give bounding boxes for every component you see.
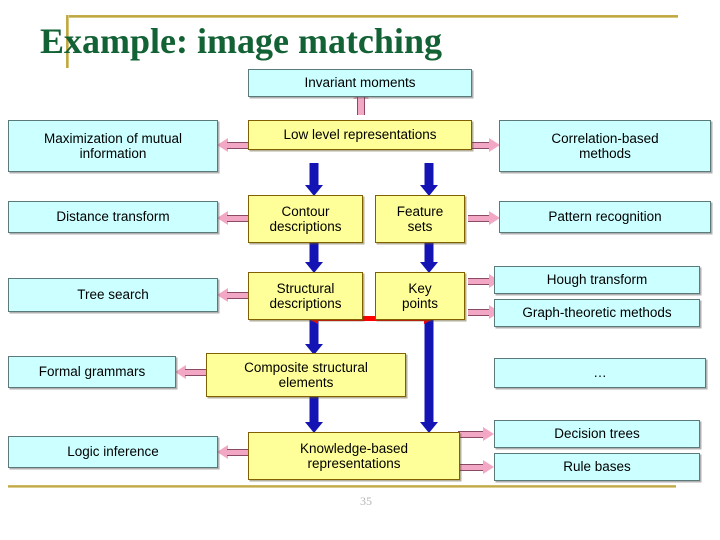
node-maximization-label-1: Maximization of mutual (43, 130, 183, 146)
node-distance-transform[interactable]: Distance transform (8, 201, 218, 233)
arrow-feature-sets-to-key-points (420, 241, 438, 273)
node-ellipsis[interactable]: … (494, 358, 706, 388)
node-tree-search[interactable]: Tree search (8, 278, 218, 312)
decorative-rule-top (66, 15, 678, 18)
node-correlation-based-methods-label-1: Correlation-based (551, 130, 659, 146)
node-maximization-of-mutual-information[interactable]: Maximization of mutual information (8, 120, 218, 172)
node-decision-trees-label: Decision trees (554, 426, 640, 442)
page-number: 35 (360, 494, 372, 508)
node-feature-sets-label-2: sets (407, 219, 433, 234)
node-pattern-recognition[interactable]: Pattern recognition (499, 201, 711, 233)
arrow-contour-to-distance-transform (217, 211, 249, 225)
node-composite-structural-elements[interactable]: Composite structural elements (206, 353, 406, 397)
node-contour-descriptions-label-1: Contour (281, 203, 330, 219)
node-knowledge-based-representations[interactable]: Knowledge-based representations (248, 432, 460, 480)
node-contour-descriptions[interactable]: Contour descriptions (248, 195, 363, 243)
node-correlation-based-methods-label-2: methods (579, 146, 631, 161)
node-feature-sets[interactable]: Feature sets (375, 195, 465, 243)
node-contour-descriptions-label-2: descriptions (269, 219, 342, 234)
node-hough-transform-label: Hough transform (546, 272, 648, 288)
node-knowledge-based-representations-label-1: Knowledge-based (299, 440, 409, 456)
node-feature-sets-label-1: Feature (396, 203, 444, 219)
node-maximization-label-2: information (79, 146, 147, 161)
node-low-level-representations-label: Low level representations (283, 127, 437, 143)
arrow-composite-to-knowledge-based (305, 397, 323, 433)
node-decision-trees[interactable]: Decision trees (494, 420, 700, 448)
arrow-low-level-to-correlation (468, 138, 500, 152)
node-graph-theoretic-methods[interactable]: Graph-theoretic methods (494, 299, 700, 327)
node-composite-structural-elements-label-1: Composite structural (244, 359, 368, 375)
node-key-points-label-1: Key (408, 280, 432, 296)
node-correlation-based-methods[interactable]: Correlation-based methods (499, 120, 711, 172)
arrow-composite-to-formal-grammars (175, 365, 207, 379)
node-pattern-recognition-label: Pattern recognition (548, 209, 662, 225)
node-invariant-moments[interactable]: Invariant moments (248, 69, 472, 97)
arrow-low-level-to-contour (305, 163, 323, 196)
node-knowledge-based-representations-label-2: representations (307, 456, 401, 471)
node-logic-inference[interactable]: Logic inference (8, 436, 218, 468)
arrow-structural-to-tree-search (217, 288, 249, 302)
arrow-contour-to-structural (305, 241, 323, 273)
arrow-knowledge-based-to-decision-trees (458, 427, 494, 441)
arrow-knowledge-based-to-rule-bases (458, 460, 494, 474)
node-key-points[interactable]: Key points (375, 272, 465, 320)
node-graph-theoretic-methods-label: Graph-theoretic methods (522, 305, 672, 321)
node-composite-structural-elements-label-2: elements (278, 375, 334, 390)
node-formal-grammars[interactable]: Formal grammars (8, 356, 176, 388)
node-key-points-label-2: points (401, 296, 439, 311)
arrow-feature-sets-to-pattern-recognition (468, 211, 500, 225)
page-title: Example: image matching (40, 21, 442, 61)
node-structural-descriptions-label-1: Structural (276, 280, 335, 296)
node-hough-transform[interactable]: Hough transform (494, 266, 700, 294)
arrow-key-points-to-knowledge-based (420, 318, 438, 433)
node-distance-transform-label: Distance transform (56, 209, 170, 225)
node-logic-inference-label: Logic inference (67, 444, 159, 460)
arrow-low-level-to-feature-sets (420, 163, 438, 196)
arrow-low-level-to-maximization (217, 138, 249, 152)
arrow-knowledge-based-to-logic-inference (217, 445, 249, 459)
node-rule-bases[interactable]: Rule bases (494, 453, 700, 481)
node-rule-bases-label: Rule bases (563, 459, 631, 475)
node-structural-descriptions[interactable]: Structural descriptions (248, 272, 363, 320)
node-tree-search-label: Tree search (77, 287, 149, 303)
node-formal-grammars-label: Formal grammars (38, 364, 146, 380)
node-low-level-representations[interactable]: Low level representations (248, 120, 472, 150)
decorative-rule-bottom (8, 485, 676, 488)
slide-canvas: Example: image matching Invariant moment… (0, 0, 720, 540)
node-structural-descriptions-label-2: descriptions (269, 296, 342, 311)
node-invariant-moments-label: Invariant moments (304, 75, 416, 91)
node-ellipsis-label: … (593, 365, 607, 381)
